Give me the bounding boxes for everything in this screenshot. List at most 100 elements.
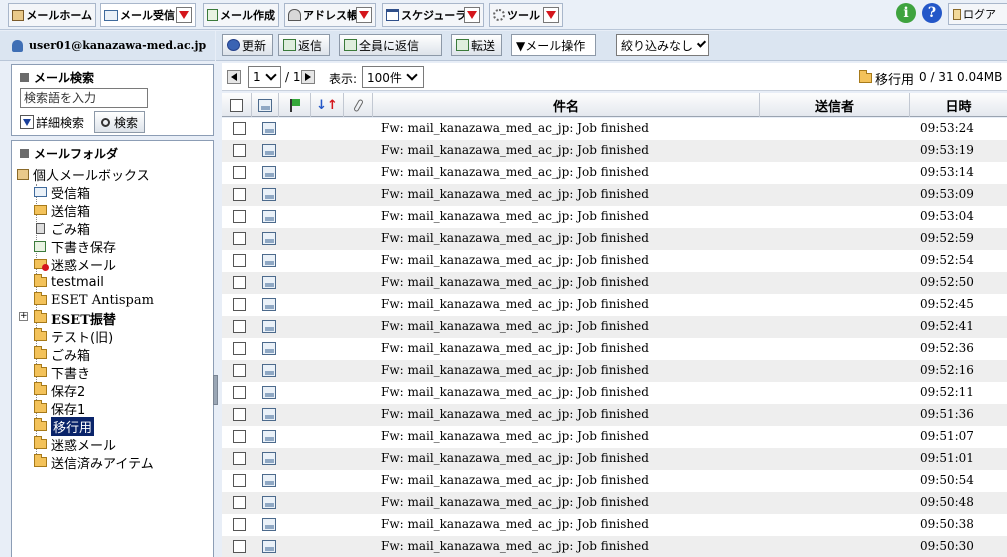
message-subject[interactable]: Fw: mail_kanazawa_med_ac_jp: Job finishe… (381, 319, 649, 333)
table-row[interactable]: Fw: mail_kanazawa_med_ac_jp: Job finishe… (222, 338, 1007, 360)
table-row[interactable]: Fw: mail_kanazawa_med_ac_jp: Job finishe… (222, 448, 1007, 470)
message-subject[interactable]: Fw: mail_kanazawa_med_ac_jp: Job finishe… (381, 341, 649, 355)
prev-page-button[interactable] (227, 70, 241, 84)
row-checkbox[interactable] (233, 122, 246, 135)
row-checkbox[interactable] (233, 408, 246, 421)
table-row[interactable]: Fw: mail_kanazawa_med_ac_jp: Job finishe… (222, 426, 1007, 448)
message-subject[interactable]: Fw: mail_kanazawa_med_ac_jp: Job finishe… (381, 231, 649, 245)
folder-save-1[interactable]: 保存1 (34, 399, 85, 418)
flag-column[interactable] (279, 93, 311, 117)
table-row[interactable]: Fw: mail_kanazawa_med_ac_jp: Job finishe… (222, 404, 1007, 426)
row-checkbox[interactable] (233, 144, 246, 157)
message-subject[interactable]: Fw: mail_kanazawa_med_ac_jp: Job finishe… (381, 297, 649, 311)
table-row[interactable]: Fw: mail_kanazawa_med_ac_jp: Job finishe… (222, 184, 1007, 206)
sender-column-header[interactable]: 送信者 (760, 93, 910, 117)
row-checkbox[interactable] (233, 386, 246, 399)
row-checkbox[interactable] (233, 276, 246, 289)
help-icon[interactable]: ? (922, 3, 942, 23)
row-checkbox[interactable] (233, 342, 246, 355)
row-checkbox[interactable] (233, 452, 246, 465)
tab-mail-compose[interactable]: メール作成 (203, 3, 279, 27)
panel-splitter-handle[interactable] (213, 375, 218, 405)
forward-button[interactable]: 転送 (451, 34, 502, 56)
logout-button[interactable]: ログア (948, 3, 1007, 25)
select-all-checkbox[interactable] (230, 98, 243, 112)
priority-column[interactable]: ↓↑ (311, 93, 344, 117)
table-row[interactable]: Fw: mail_kanazawa_med_ac_jp: Job finishe… (222, 162, 1007, 184)
refresh-button[interactable]: 更新 (222, 34, 273, 56)
folder-drafts[interactable]: 下書き (34, 363, 90, 382)
table-row[interactable]: Fw: mail_kanazawa_med_ac_jp: Job finishe… (222, 272, 1007, 294)
info-icon[interactable]: i (896, 3, 916, 23)
attachment-column[interactable] (344, 93, 373, 117)
search-button[interactable]: 検索 (94, 111, 146, 133)
tab-mail-home[interactable]: メールホーム (8, 3, 96, 27)
row-checkbox[interactable] (233, 474, 246, 487)
subject-column-header[interactable]: 件名 (373, 93, 760, 117)
table-row[interactable]: Fw: mail_kanazawa_med_ac_jp: Job finishe… (222, 382, 1007, 404)
message-subject[interactable]: Fw: mail_kanazawa_med_ac_jp: Job finishe… (381, 495, 649, 509)
table-row[interactable]: Fw: mail_kanazawa_med_ac_jp: Job finishe… (222, 140, 1007, 162)
folder-testmail[interactable]: testmail (34, 273, 104, 291)
message-subject[interactable]: Fw: mail_kanazawa_med_ac_jp: Job finishe… (381, 121, 649, 135)
mail-operations-menu[interactable]: ▼メール操作 (511, 34, 596, 56)
folder-eset-transfer[interactable]: ESET振替 (34, 309, 116, 328)
advanced-search-toggle[interactable]: 詳細検索 (20, 112, 84, 132)
message-subject[interactable]: Fw: mail_kanazawa_med_ac_jp: Job finishe… (381, 209, 649, 223)
tab-mail-receive[interactable]: メール受信 (100, 3, 196, 27)
folder-junk[interactable]: 迷惑メール (34, 435, 116, 454)
scheduler-dropdown-icon[interactable] (464, 7, 480, 23)
reply-button[interactable]: 返信 (278, 34, 330, 56)
row-checkbox[interactable] (233, 210, 246, 223)
row-checkbox[interactable] (233, 254, 246, 267)
date-column-header[interactable]: 日時 (910, 93, 1007, 117)
table-row[interactable]: Fw: mail_kanazawa_med_ac_jp: Job finishe… (222, 228, 1007, 250)
search-input[interactable] (20, 88, 148, 108)
message-subject[interactable]: Fw: mail_kanazawa_med_ac_jp: Job finishe… (381, 539, 649, 553)
row-checkbox[interactable] (233, 320, 246, 333)
row-checkbox[interactable] (233, 232, 246, 245)
tab-tools[interactable]: ツール (489, 3, 563, 27)
expand-plus-icon[interactable]: + (19, 312, 28, 321)
folder-trash[interactable]: ごみ箱 (34, 219, 90, 238)
row-checkbox[interactable] (233, 518, 246, 531)
message-subject[interactable]: Fw: mail_kanazawa_med_ac_jp: Job finishe… (381, 253, 649, 267)
address-book-dropdown-icon[interactable] (356, 7, 372, 23)
message-subject[interactable]: Fw: mail_kanazawa_med_ac_jp: Job finishe… (381, 429, 649, 443)
table-row[interactable]: Fw: mail_kanazawa_med_ac_jp: Job finishe… (222, 118, 1007, 140)
table-row[interactable]: Fw: mail_kanazawa_med_ac_jp: Job finishe… (222, 470, 1007, 492)
table-row[interactable]: Fw: mail_kanazawa_med_ac_jp: Job finishe… (222, 316, 1007, 338)
folder-drafts-saved[interactable]: 下書き保存 (34, 237, 116, 256)
folder-outbox[interactable]: 送信箱 (34, 201, 90, 220)
tab-scheduler[interactable]: スケジューラ (382, 3, 484, 27)
row-checkbox[interactable] (233, 430, 246, 443)
message-subject[interactable]: Fw: mail_kanazawa_med_ac_jp: Job finishe… (381, 385, 649, 399)
table-row[interactable]: Fw: mail_kanazawa_med_ac_jp: Job finishe… (222, 360, 1007, 382)
message-subject[interactable]: Fw: mail_kanazawa_med_ac_jp: Job finishe… (381, 187, 649, 201)
message-subject[interactable]: Fw: mail_kanazawa_med_ac_jp: Job finishe… (381, 143, 649, 157)
table-row[interactable]: Fw: mail_kanazawa_med_ac_jp: Job finishe… (222, 514, 1007, 536)
folder-trash-2[interactable]: ごみ箱 (34, 345, 90, 364)
folder-root[interactable]: 個人メールボックス (17, 165, 150, 184)
tools-dropdown-icon[interactable] (543, 7, 559, 23)
reply-all-button[interactable]: 全員に返信 (339, 34, 442, 56)
folder-eset-antispam[interactable]: ESET Antispam (34, 291, 154, 309)
message-subject[interactable]: Fw: mail_kanazawa_med_ac_jp: Job finishe… (381, 473, 649, 487)
message-subject[interactable]: Fw: mail_kanazawa_med_ac_jp: Job finishe… (381, 517, 649, 531)
row-checkbox[interactable] (233, 364, 246, 377)
folder-sent-items[interactable]: 送信済みアイテム (34, 453, 154, 472)
folder-inbox[interactable]: 受信箱 (34, 183, 90, 202)
next-page-button[interactable] (301, 70, 315, 84)
message-subject[interactable]: Fw: mail_kanazawa_med_ac_jp: Job finishe… (381, 363, 649, 377)
folder-test-old[interactable]: テスト(旧) (34, 327, 113, 346)
row-checkbox[interactable] (233, 540, 246, 553)
row-checkbox[interactable] (233, 496, 246, 509)
table-row[interactable]: Fw: mail_kanazawa_med_ac_jp: Job finishe… (222, 492, 1007, 514)
mail-receive-dropdown-icon[interactable] (176, 7, 192, 23)
table-row[interactable]: Fw: mail_kanazawa_med_ac_jp: Job finishe… (222, 294, 1007, 316)
message-subject[interactable]: Fw: mail_kanazawa_med_ac_jp: Job finishe… (381, 407, 649, 421)
message-subject[interactable]: Fw: mail_kanazawa_med_ac_jp: Job finishe… (381, 451, 649, 465)
tab-address-book[interactable]: アドレス帳 (284, 3, 376, 27)
folder-migration[interactable]: 移行用 (34, 416, 95, 436)
page-select[interactable]: 1 (248, 66, 281, 88)
